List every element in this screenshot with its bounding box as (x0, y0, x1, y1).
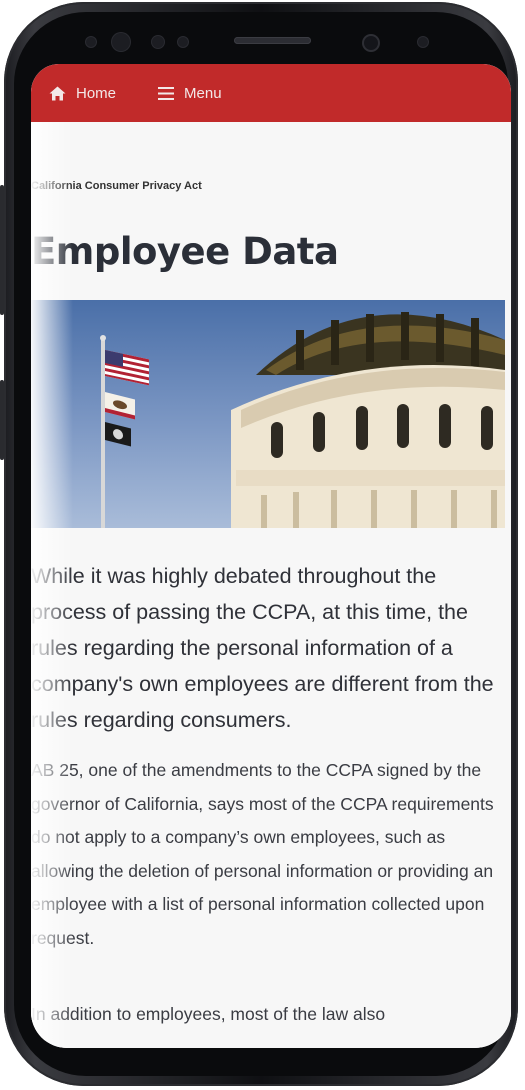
lead-paragraph: While it was highly debated throughout t… (31, 564, 494, 732)
nav-menu-link[interactable]: Menu (158, 85, 222, 102)
bixby-button (0, 380, 4, 460)
nav-home-label: Home (76, 84, 117, 102)
article-category: California Consumer Privacy Act (31, 180, 202, 192)
nav-menu-label: Menu (184, 84, 222, 102)
hero-image (31, 300, 505, 528)
page-title: Employee Data (31, 230, 339, 273)
sensor-5 (418, 37, 428, 47)
hamburger-menu-icon (158, 86, 175, 100)
front-camera (364, 36, 378, 50)
top-nav-bar: Home Menu (31, 64, 511, 122)
capitol-dome-illustration (100, 312, 505, 528)
body-paragraph-2: In addition to employees, most of the la… (31, 1004, 386, 1024)
sensor-4 (178, 37, 188, 47)
phone-screen: Home Menu California Consumer Privacy Ac… (31, 64, 511, 1048)
body-paragraph-1: AB 25, one of the amendments to the CCPA… (31, 760, 494, 948)
volume-button (0, 185, 4, 315)
sensor-3 (152, 36, 164, 48)
sensor-2 (112, 33, 130, 51)
earpiece-speaker (234, 37, 311, 44)
home-icon (49, 86, 66, 100)
sensor-1 (86, 37, 96, 47)
nav-home-link[interactable]: Home (49, 85, 116, 102)
article-content: California Consumer Privacy Act Employee… (31, 122, 511, 1048)
